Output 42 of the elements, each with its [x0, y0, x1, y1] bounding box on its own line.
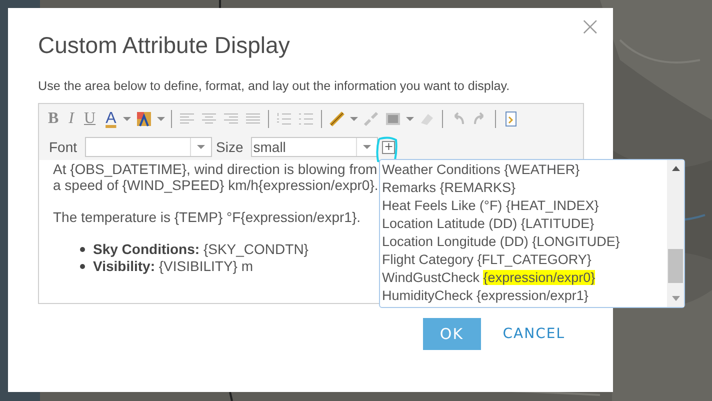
document-icon[interactable] [503, 111, 520, 127]
highlight-color-icon[interactable] [136, 111, 152, 127]
list-item-text: Visibility: {VISIBILITY} m [93, 258, 254, 275]
content-text: The temperature is {TEMP} °F{expression/expr1}. [53, 209, 361, 225]
dialog-title: Custom Attribute Display [38, 31, 291, 60]
caret-icon [363, 145, 372, 149]
scroll-up-icon[interactable] [672, 166, 680, 171]
field-list-item[interactable]: Remarks {REMARKS} [382, 179, 667, 197]
field-list-item[interactable]: Heat Feels Like (°F) {HEAT_INDEX} [382, 197, 667, 215]
size-select[interactable]: small [251, 137, 378, 157]
numbered-list-icon[interactable] [276, 111, 292, 127]
bullet-icon [80, 264, 85, 269]
eraser-icon[interactable] [419, 111, 436, 127]
size-label: Size [216, 139, 244, 155]
bullet-list-icon[interactable] [298, 111, 314, 127]
field-list-item[interactable]: Weather Conditions {WEATHER} [382, 161, 667, 179]
caret-icon[interactable] [406, 117, 414, 121]
scroll-down-icon[interactable] [672, 296, 680, 301]
description-text: Use the area below to define, format, and lay out the information you want to display. [38, 79, 511, 93]
unlink-icon[interactable] [363, 111, 380, 127]
field-list-item[interactable]: Flight Category {FLT_CATEGORY} [382, 251, 667, 269]
format-button[interactable]: A [102, 110, 120, 128]
caret-icon[interactable] [123, 117, 132, 121]
caret-icon[interactable] [350, 117, 358, 121]
scrollbar[interactable] [667, 160, 684, 307]
list-item-text: Sky Conditions: {SKY_CONDTN} [93, 241, 308, 258]
cancel-button[interactable]: CANCEL [502, 318, 565, 350]
content-text: At {OBS_DATETIME}, wind direction is blowing from [53, 161, 378, 177]
bullet-icon [80, 247, 85, 252]
field-list-item[interactable]: Location Longitude (DD) {LONGITUDE} [382, 233, 667, 251]
caret-icon[interactable] [157, 117, 166, 121]
image-icon[interactable] [385, 111, 402, 127]
font-select[interactable] [85, 137, 212, 157]
content-text: a speed of {WIND_SPEED} km/h{expression/expr0}. [53, 177, 378, 193]
link-icon[interactable] [329, 111, 346, 127]
field-list-item[interactable]: WindGustCheck {expression/expr0} [382, 269, 667, 287]
scroll-thumb[interactable] [668, 249, 683, 283]
field-list-item[interactable]: Location Latitude (DD) {LATITUDE} [382, 215, 667, 233]
field-list-item[interactable]: HumidityCheck {expression/expr1} [382, 287, 667, 305]
insert-field-button[interactable]: + [382, 140, 396, 154]
caret-icon [197, 145, 206, 149]
font-label: Font [49, 139, 78, 155]
